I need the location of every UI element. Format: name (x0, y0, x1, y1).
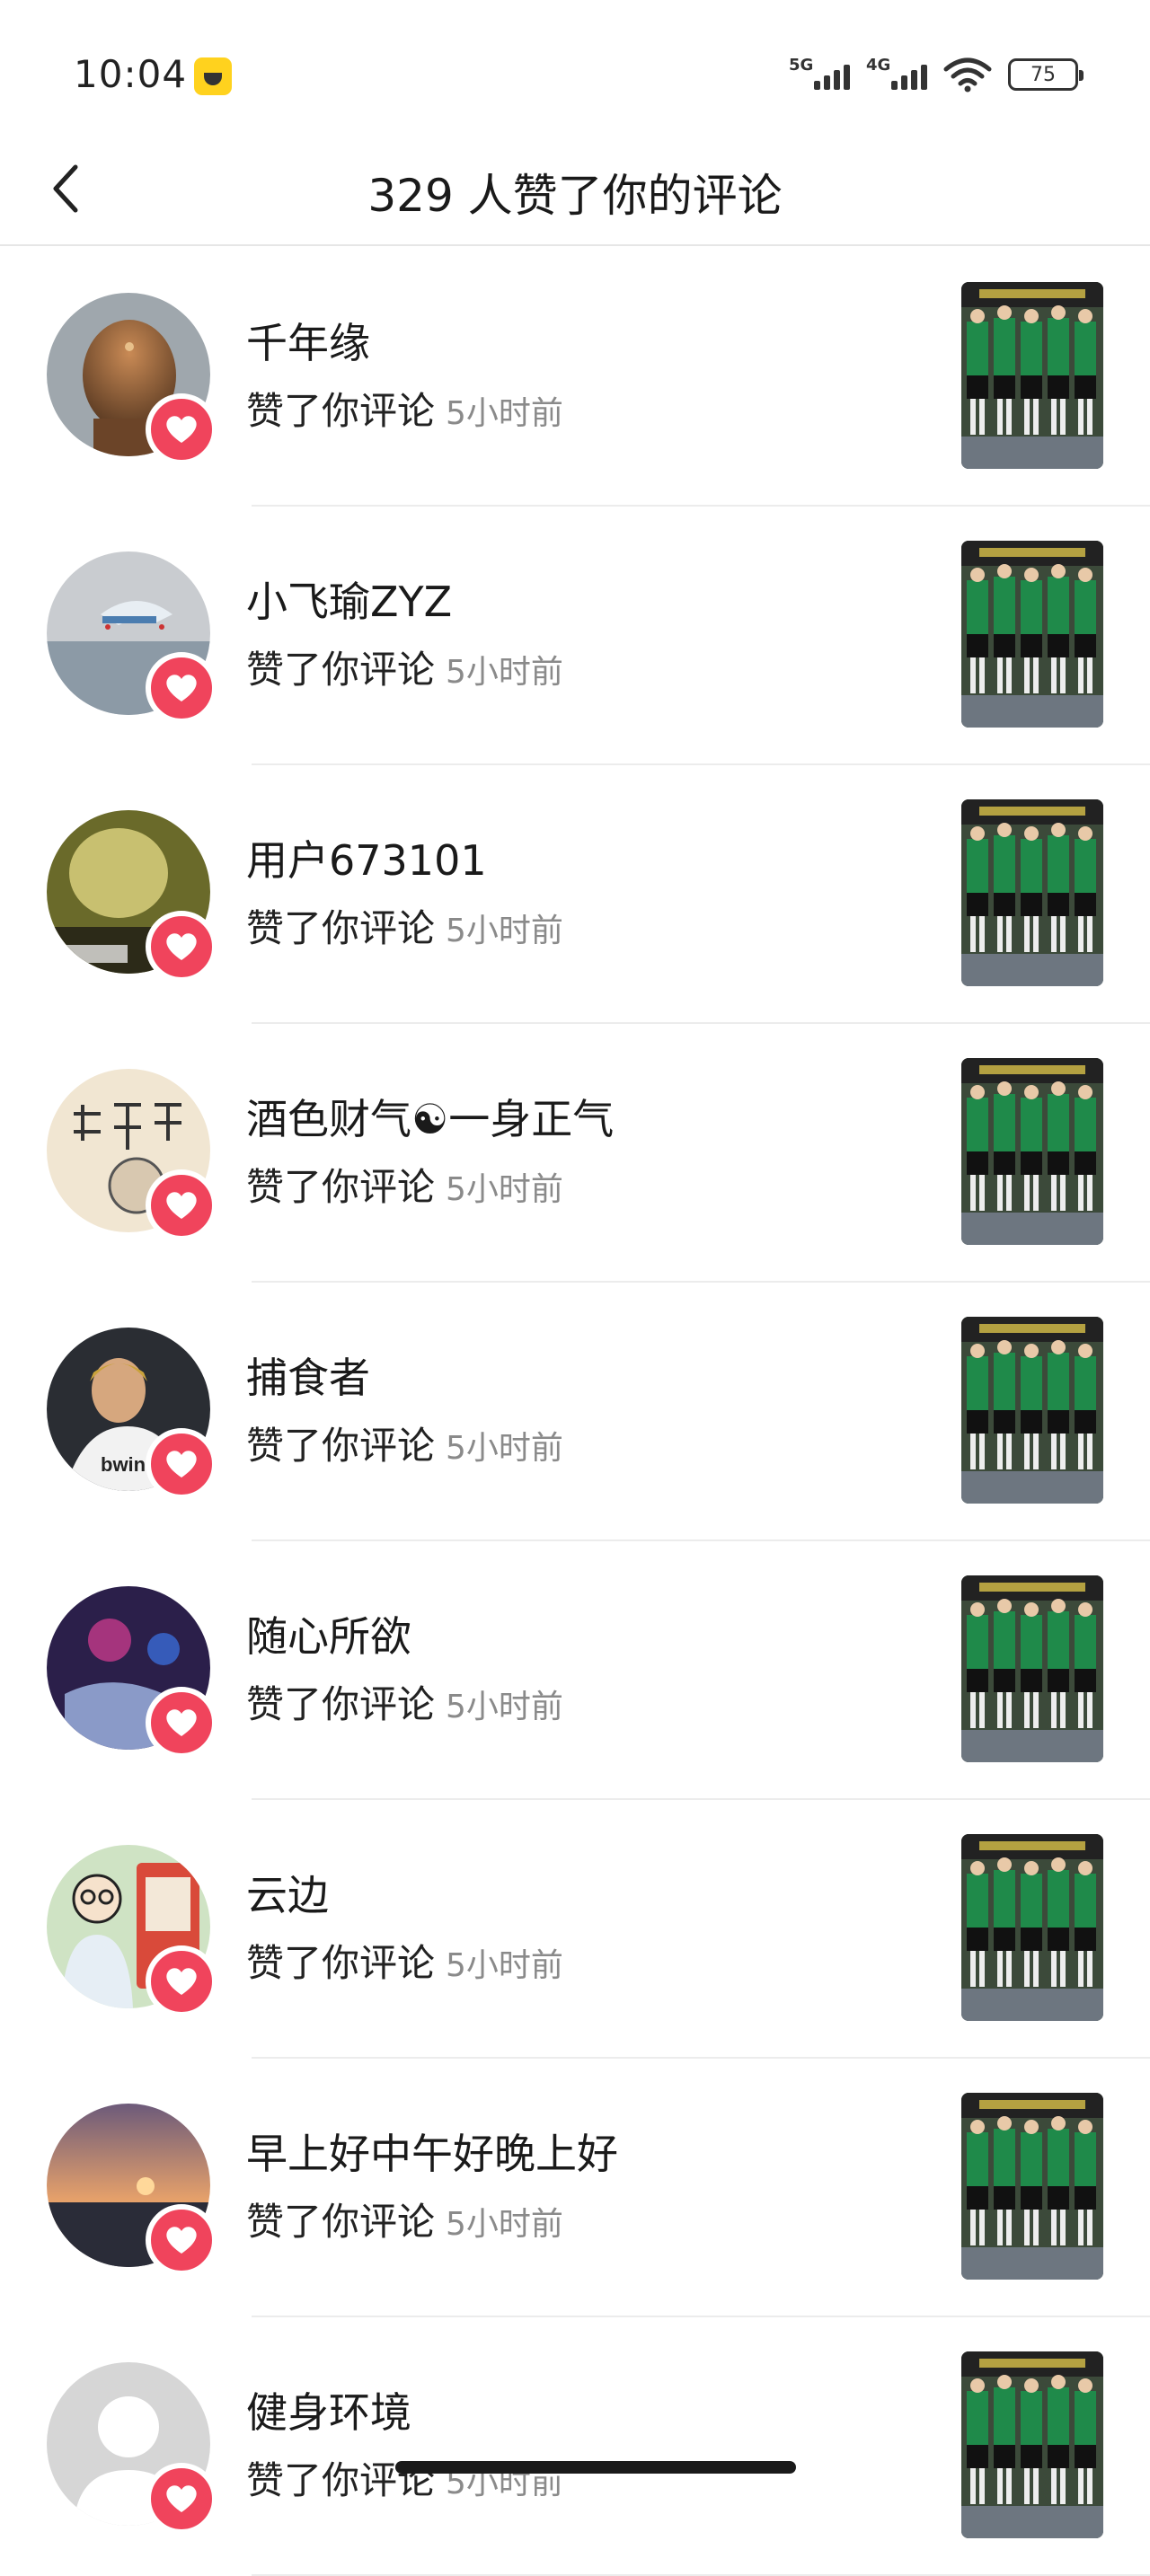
heart-icon (146, 1945, 217, 2017)
nav-bar: 329 人赞了你的评论 (0, 135, 1150, 246)
action-line: 赞了你评论 5小时前 (246, 1416, 563, 1470)
action-line: 赞了你评论 5小时前 (246, 1157, 563, 1212)
bear-app-icon (194, 57, 232, 95)
username[interactable]: 捕食者 (246, 1345, 370, 1405)
status-time: 10:04 (74, 52, 188, 96)
time-text: 5小时前 (446, 1689, 563, 1725)
action-text: 赞了你评论 (246, 1682, 436, 1726)
time-text: 5小时前 (446, 1947, 563, 1984)
time-text: 5小时前 (446, 395, 563, 432)
username[interactable]: 小飞瑜ZYZ (246, 569, 452, 629)
home-indicator[interactable] (395, 2461, 796, 2474)
action-text: 赞了你评论 (246, 389, 436, 433)
battery-icon: 75 (1008, 58, 1084, 91)
video-thumbnail[interactable] (961, 2093, 1103, 2280)
list-item[interactable]: 用户673101 赞了你评论 5小时前 (0, 765, 1150, 1024)
status-indicators: 5G 4G 75 (789, 52, 1084, 97)
list-item[interactable]: 健身环境 赞了你评论 5小时前 (0, 2317, 1150, 2576)
username[interactable]: 早上好中午好晚上好 (246, 2122, 618, 2181)
heart-icon (146, 911, 217, 983)
list-item[interactable]: bwin 捕食者 赞了你评论 5小时前 (0, 1283, 1150, 1541)
heart-icon (146, 2463, 217, 2535)
action-text: 赞了你评论 (246, 1165, 436, 1209)
action-text: 赞了你评论 (246, 648, 436, 692)
page-title: 329 人赞了你的评论 (367, 170, 783, 222)
username[interactable]: 健身环境 (246, 2380, 411, 2439)
heart-icon (146, 652, 217, 724)
heart-icon (146, 1687, 217, 1759)
like-notification-list: 千年缘 赞了你评论 5小时前 小飞瑜ZYZ 赞了你评论 5小时前 用户67310… (0, 248, 1150, 2576)
action-line: 赞了你评论 5小时前 (246, 2450, 563, 2505)
heart-icon (146, 2204, 217, 2276)
username[interactable]: 随心所欲 (246, 1604, 411, 1663)
svg-text:bwin: bwin (101, 1453, 146, 1476)
status-bar: 10:04 5G 4G 75 (0, 0, 1150, 135)
action-text: 赞了你评论 (246, 2200, 436, 2244)
network-5g-label: 5G (789, 56, 814, 75)
username[interactable]: 用户673101 (246, 828, 487, 887)
action-line: 赞了你评论 5小时前 (246, 898, 563, 953)
signal-4g-icon: 4G (866, 56, 927, 93)
video-thumbnail[interactable] (961, 799, 1103, 986)
battery-level: 75 (1031, 63, 1056, 86)
time-text: 5小时前 (446, 2206, 563, 2243)
list-item[interactable]: 早上好中午好晚上好 赞了你评论 5小时前 (0, 2059, 1150, 2317)
action-text: 赞了你评论 (246, 1941, 436, 1985)
heart-icon (146, 1428, 217, 1500)
time-text: 5小时前 (446, 654, 563, 691)
time-text: 5小时前 (446, 1171, 563, 1208)
list-item[interactable]: 云边 赞了你评论 5小时前 (0, 1800, 1150, 2059)
heart-icon (146, 393, 217, 465)
list-item[interactable]: 随心所欲 赞了你评论 5小时前 (0, 1541, 1150, 1800)
action-line: 赞了你评论 5小时前 (246, 2192, 563, 2246)
list-item[interactable]: 小飞瑜ZYZ 赞了你评论 5小时前 (0, 507, 1150, 765)
network-4g-label: 4G (866, 56, 891, 75)
time-text: 5小时前 (446, 913, 563, 949)
username[interactable]: 云边 (246, 1863, 329, 1922)
time-text: 5小时前 (446, 1430, 563, 1467)
action-line: 赞了你评论 5小时前 (246, 1674, 563, 1729)
video-thumbnail[interactable] (961, 2351, 1103, 2538)
username[interactable]: 千年缘 (246, 311, 370, 370)
action-line: 赞了你评论 5小时前 (246, 381, 563, 436)
action-text: 赞了你评论 (246, 1424, 436, 1468)
action-text: 赞了你评论 (246, 906, 436, 950)
action-line: 赞了你评论 5小时前 (246, 640, 563, 694)
username[interactable]: 酒色财气☯一身正气 (246, 1087, 614, 1146)
list-item[interactable]: 千年缘 赞了你评论 5小时前 (0, 248, 1150, 507)
video-thumbnail[interactable] (961, 1058, 1103, 1245)
action-line: 赞了你评论 5小时前 (246, 1933, 563, 1988)
video-thumbnail[interactable] (961, 1317, 1103, 1504)
video-thumbnail[interactable] (961, 1834, 1103, 2021)
video-thumbnail[interactable] (961, 1575, 1103, 1762)
heart-icon (146, 1169, 217, 1241)
video-thumbnail[interactable] (961, 541, 1103, 728)
list-item[interactable]: 酒色财气☯一身正气 赞了你评论 5小时前 (0, 1024, 1150, 1283)
signal-5g-icon: 5G (789, 56, 850, 93)
video-thumbnail[interactable] (961, 282, 1103, 469)
wifi-icon (943, 57, 992, 93)
